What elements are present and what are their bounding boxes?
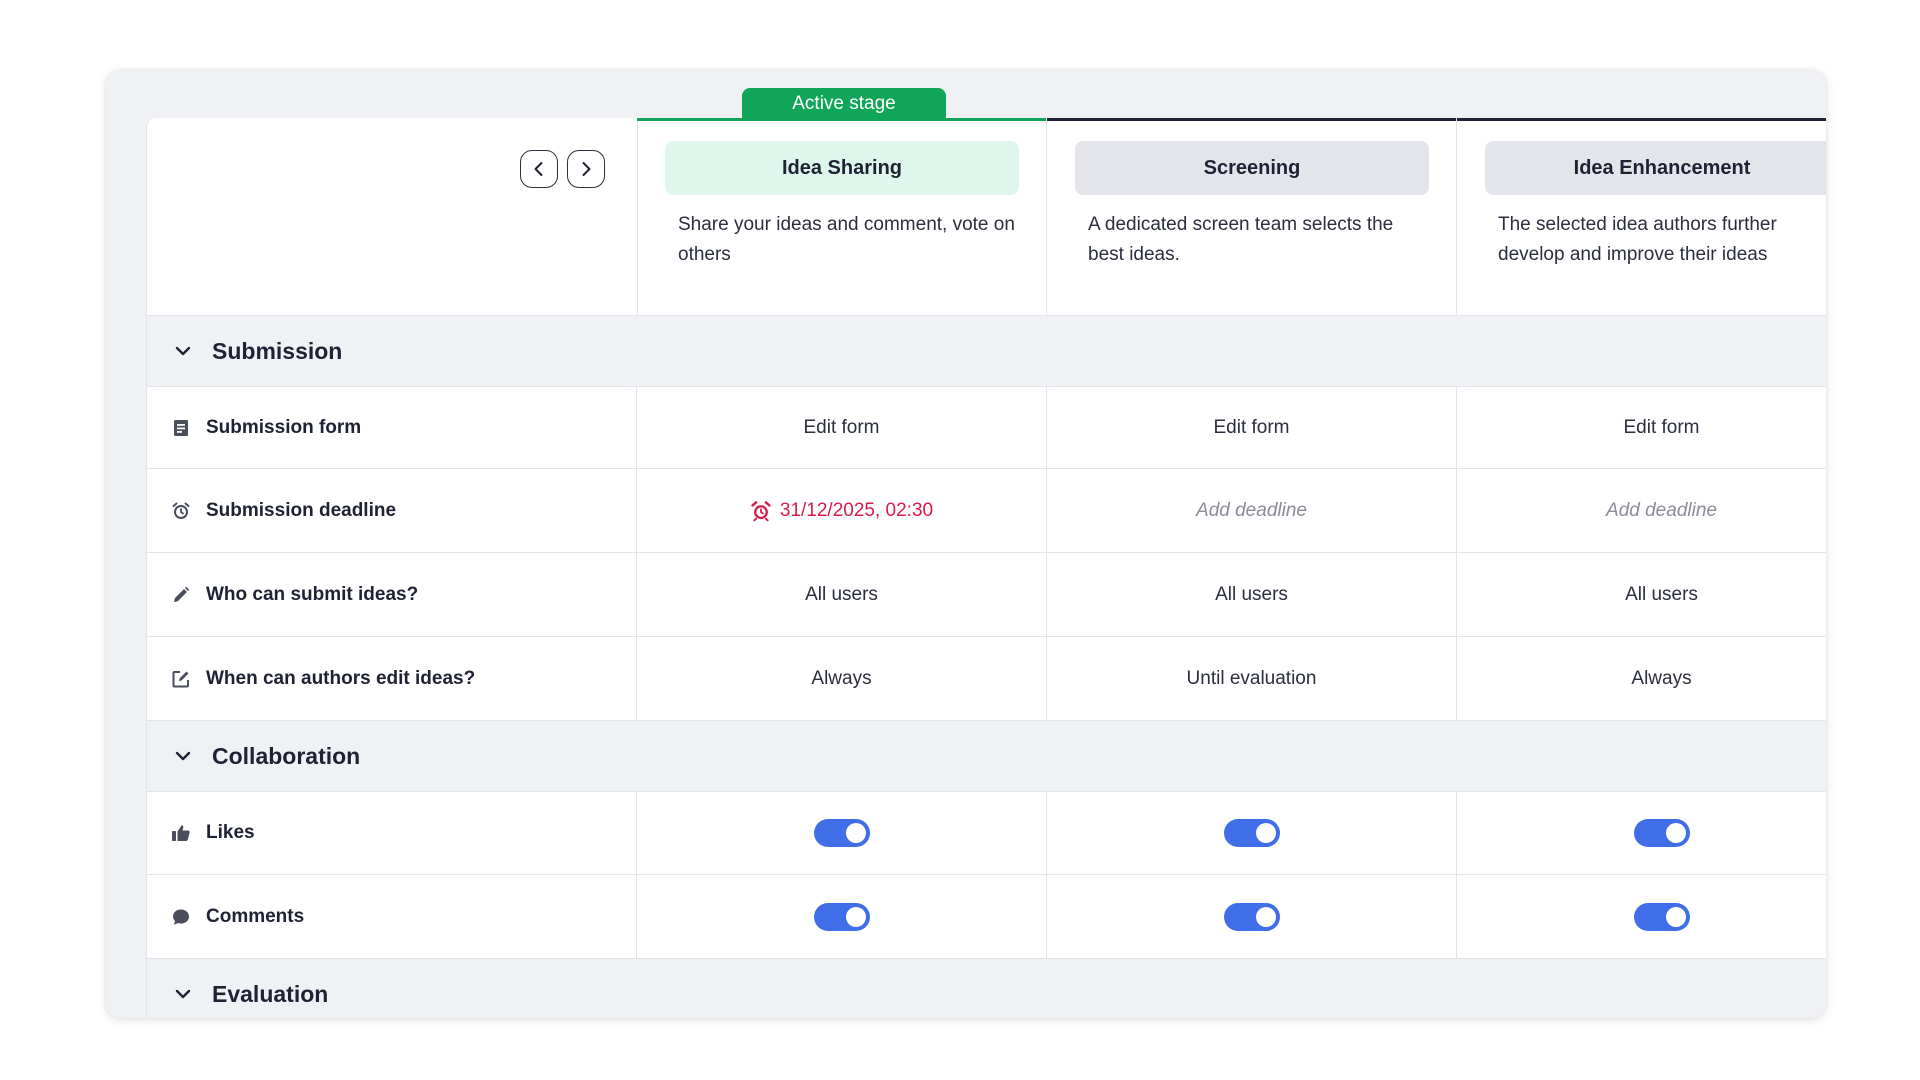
alarm-clock-icon (171, 501, 191, 521)
chevron-left-icon (534, 162, 543, 176)
row-label-text: When can authors edit ideas? (206, 667, 476, 689)
stage-column-screening: Screening A dedicated screen team select… (1047, 118, 1457, 315)
previous-stage-button[interactable] (520, 150, 558, 188)
cell-screening[interactable]: All users (1047, 553, 1457, 636)
row-label: Submission deadline (147, 469, 637, 552)
row-label-text: Who can submit ideas? (206, 583, 419, 605)
cell-idea-enhancement: Edit form (1457, 387, 1826, 468)
alarm-clock-icon (751, 500, 771, 521)
stages-header: Idea Sharing Share your ideas and commen… (147, 118, 1826, 316)
cell-screening: Edit form (1047, 387, 1457, 468)
chevron-down-icon (175, 989, 191, 999)
cell-idea-enhancement[interactable]: All users (1457, 553, 1826, 636)
stage-indicator-bar (1457, 118, 1826, 121)
cell-idea-enhancement[interactable]: Always (1457, 637, 1826, 720)
cell-value: All users (1215, 583, 1288, 605)
comments-toggle[interactable] (1223, 902, 1280, 931)
row-label: Likes (147, 792, 637, 874)
edit-form-link[interactable]: Edit form (1213, 417, 1289, 439)
document-icon (171, 418, 191, 438)
row-label: Comments (147, 875, 637, 958)
cell-value: All users (1625, 583, 1698, 605)
deadline-value[interactable]: 31/12/2025, 02:30 (750, 500, 933, 522)
cell-idea-sharing[interactable]: Always (637, 637, 1047, 720)
stage-name-pill[interactable]: Screening (1075, 141, 1429, 195)
deadline-text: 31/12/2025, 02:30 (779, 499, 934, 521)
cell-value: Always (1631, 667, 1692, 689)
stage-name-pill[interactable]: Idea Enhancement (1485, 141, 1826, 195)
row-comments: Comments (147, 875, 1826, 959)
active-stage-tab: Active stage (742, 88, 946, 120)
comments-toggle[interactable] (1633, 902, 1690, 931)
row-submission-form: Submission form Edit form Edit form Edit… (147, 387, 1826, 469)
row-likes: Likes (147, 792, 1826, 875)
row-label: Who can submit ideas? (147, 553, 637, 636)
row-label: Submission form (147, 387, 637, 468)
cell-idea-sharing (637, 875, 1047, 958)
speech-bubble-icon (171, 907, 191, 927)
likes-toggle[interactable] (1633, 819, 1690, 847)
cell-idea-enhancement (1457, 792, 1826, 874)
next-stage-button[interactable] (567, 150, 605, 188)
section-header-evaluation[interactable]: Evaluation (147, 959, 1826, 1018)
stage-settings-table: Idea Sharing Share your ideas and commen… (146, 118, 1826, 1018)
comments-toggle[interactable] (813, 902, 870, 931)
cell-idea-sharing: 31/12/2025, 02:30 (637, 469, 1047, 552)
chevron-right-icon (582, 162, 591, 176)
section-title: Collaboration (212, 742, 361, 769)
stage-description: The selected idea authors further develo… (1498, 214, 1777, 265)
section-header-submission[interactable]: Submission (147, 316, 1826, 387)
header-label-column (147, 118, 638, 315)
chevron-down-icon (175, 346, 191, 356)
cell-idea-enhancement: Add deadline (1457, 469, 1826, 552)
stage-description: A dedicated screen team selects the best… (1088, 214, 1394, 265)
stage-column-idea-enhancement: Idea Enhancement The selected idea autho… (1457, 118, 1826, 315)
section-header-collaboration[interactable]: Collaboration (147, 721, 1826, 792)
edit-form-link[interactable]: Edit form (1623, 417, 1699, 439)
row-label-text: Likes (206, 822, 255, 843)
stage-indicator-bar (637, 118, 1046, 121)
cell-value: All users (805, 583, 878, 605)
cell-idea-sharing: Edit form (637, 387, 1047, 468)
stage-description: Share your ideas and comment, vote on ot… (678, 214, 1015, 265)
row-label-text: Comments (206, 905, 305, 927)
row-label-text: Submission deadline (206, 499, 397, 521)
row-who-can-submit: Who can submit ideas? All users All user… (147, 553, 1826, 637)
add-deadline-link[interactable]: Add deadline (1606, 500, 1717, 522)
edit-form-link[interactable]: Edit form (803, 417, 879, 439)
chevron-down-icon (175, 751, 191, 761)
stage-indicator-bar (1047, 118, 1456, 121)
row-label: When can authors edit ideas? (147, 637, 637, 720)
row-submission-deadline: Submission deadline 31/12/2025, 02:30 Ad… (147, 469, 1826, 553)
stage-settings-card: Active stage Idea Sharing Share your ide… (106, 70, 1826, 1018)
stage-column-idea-sharing: Idea Sharing Share your ideas and commen… (637, 118, 1047, 315)
cell-idea-sharing[interactable]: All users (637, 553, 1047, 636)
edit-square-icon (171, 669, 191, 689)
cell-screening (1047, 792, 1457, 874)
likes-toggle[interactable] (813, 819, 870, 847)
cell-value: Always (811, 667, 872, 689)
cell-screening: Add deadline (1047, 469, 1457, 552)
likes-toggle[interactable] (1223, 819, 1280, 847)
cell-idea-sharing (637, 792, 1047, 874)
stage-name-pill[interactable]: Idea Sharing (665, 141, 1019, 195)
row-when-can-edit: When can authors edit ideas? Always Unti… (147, 637, 1826, 721)
row-label-text: Submission form (206, 416, 362, 438)
thumbs-up-icon (171, 823, 191, 843)
cell-screening[interactable]: Until evaluation (1047, 637, 1457, 720)
add-deadline-link[interactable]: Add deadline (1196, 500, 1307, 522)
cell-value: Until evaluation (1186, 667, 1317, 689)
cell-screening (1047, 875, 1457, 958)
pencil-icon (171, 585, 191, 605)
section-title: Evaluation (212, 980, 329, 1007)
cell-idea-enhancement (1457, 875, 1826, 958)
section-title: Submission (212, 337, 343, 364)
